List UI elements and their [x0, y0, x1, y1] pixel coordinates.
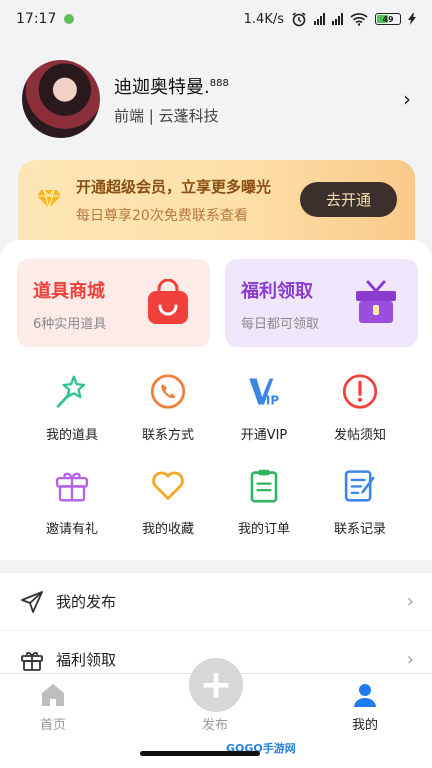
- profile-subtitle: 前端 | 云蓬科技: [114, 106, 219, 125]
- tab-label: 首页: [40, 718, 67, 733]
- grid-item-orders[interactable]: 我的订单: [216, 467, 312, 537]
- tab-me[interactable]: 我的: [352, 682, 378, 733]
- list-item-label: 我的发布: [56, 593, 117, 611]
- grid-item-vip[interactable]: IP 开通VIP: [216, 373, 312, 443]
- vip-title: 开通超级会员，立享更多曝光: [76, 178, 272, 196]
- grid-item-label: 发帖须知: [333, 428, 386, 443]
- grid-item-contact[interactable]: 联系方式: [120, 373, 216, 443]
- grid-item-label: 联系记录: [333, 522, 386, 537]
- gift-icon: [56, 472, 88, 502]
- bottom-tab-bar: 首页 + 发布 我的 GOGO手游网: [0, 658, 432, 768]
- gift-box-icon: [356, 280, 396, 323]
- chevron-right-icon: ›: [406, 649, 414, 670]
- wifi-icon: [350, 13, 368, 26]
- charging-icon: [408, 13, 416, 25]
- alert-circle-icon: [342, 374, 378, 409]
- grid-item-label: 我的订单: [237, 522, 290, 537]
- svg-text:IP: IP: [266, 393, 279, 407]
- main-card: 道具商城 6种实用道具 福利领取 每日都可领取 我的道具 联系方式 IP 开通V…: [0, 240, 432, 560]
- status-left: 17:17: [16, 11, 75, 27]
- vip-subtitle: 每日尊享20次免费联系查看: [76, 208, 248, 224]
- status-bar: 17:17 1.4K/s 49: [0, 0, 432, 38]
- clipboard-icon: [250, 469, 278, 503]
- profile-name-text: 迪迦奥特曼.: [114, 76, 210, 98]
- avatar[interactable]: [22, 60, 100, 138]
- grid-item-label: 我的收藏: [141, 522, 194, 537]
- home-icon: [42, 684, 64, 706]
- grid-item-my-props[interactable]: 我的道具: [24, 373, 120, 443]
- grid-item-label: 邀请有礼: [45, 522, 98, 537]
- profile-name-suffix: 888: [209, 77, 229, 89]
- shopping-bag-icon: [148, 279, 188, 324]
- publish-button[interactable]: +: [189, 658, 243, 712]
- signal-2-icon: [332, 13, 343, 25]
- gift-outline-icon: [21, 651, 43, 671]
- home-indicator[interactable]: [140, 751, 260, 756]
- battery-icon: 49: [375, 13, 401, 25]
- grid-item-invite[interactable]: 邀请有礼: [24, 467, 120, 537]
- grid-item-label: 我的道具: [45, 428, 98, 443]
- vip-icon: IP: [249, 378, 279, 407]
- profile-info: 迪迦奥特曼.888 前端 | 云蓬科技: [114, 73, 398, 126]
- promo-welfare[interactable]: 福利领取 每日都可领取: [225, 259, 418, 347]
- signal-icon: [314, 13, 325, 25]
- user-icon: [354, 684, 376, 707]
- profile-name: 迪迦奥特曼.888: [114, 73, 398, 99]
- tab-home[interactable]: 首页: [40, 682, 66, 733]
- chevron-right-icon[interactable]: ›: [398, 87, 416, 111]
- open-vip-button[interactable]: 去开通: [300, 182, 397, 217]
- vip-text: 开通超级会员，立享更多曝光 每日尊享20次免费联系查看: [76, 174, 271, 225]
- note-edit-icon: [344, 470, 375, 502]
- diamond-icon: [37, 189, 61, 209]
- chevron-right-icon: ›: [406, 591, 414, 612]
- vip-banner[interactable]: 开通超级会员，立享更多曝光 每日尊享20次免费联系查看 去开通: [18, 160, 415, 244]
- heart-icon: [152, 471, 184, 500]
- feature-grid: 我的道具 联系方式 IP 开通VIP 发帖须知 邀请有礼 我的收藏 我的订单 联…: [0, 373, 432, 537]
- grid-item-posting-rules[interactable]: 发帖须知: [312, 373, 408, 443]
- tab-label: 我的: [352, 718, 379, 733]
- grid-item-label: 开通VIP: [240, 428, 288, 443]
- battery-level: 49: [382, 14, 394, 24]
- grid-item-favorites[interactable]: 我的收藏: [120, 467, 216, 537]
- promo-prop-shop[interactable]: 道具商城 6种实用道具: [17, 259, 210, 347]
- status-time: 17:17: [16, 11, 57, 27]
- alarm-icon: [292, 12, 306, 27]
- grid-item-contact-history[interactable]: 联系记录: [312, 467, 408, 537]
- list-item-my-posts[interactable]: 我的发布 ›: [0, 573, 432, 631]
- network-speed: 1.4K/s: [243, 11, 284, 27]
- status-right: 1.4K/s 49: [244, 11, 416, 27]
- send-icon: [21, 590, 43, 613]
- magic-wand-star-icon: [56, 375, 86, 408]
- publish-label: 发布: [202, 718, 229, 733]
- phone-icon: [150, 374, 186, 409]
- profile-header[interactable]: 迪迦奥特曼.888 前端 | 云蓬科技 ›: [22, 58, 416, 140]
- wechat-notification-icon: [64, 14, 75, 24]
- grid-item-label: 联系方式: [141, 428, 194, 443]
